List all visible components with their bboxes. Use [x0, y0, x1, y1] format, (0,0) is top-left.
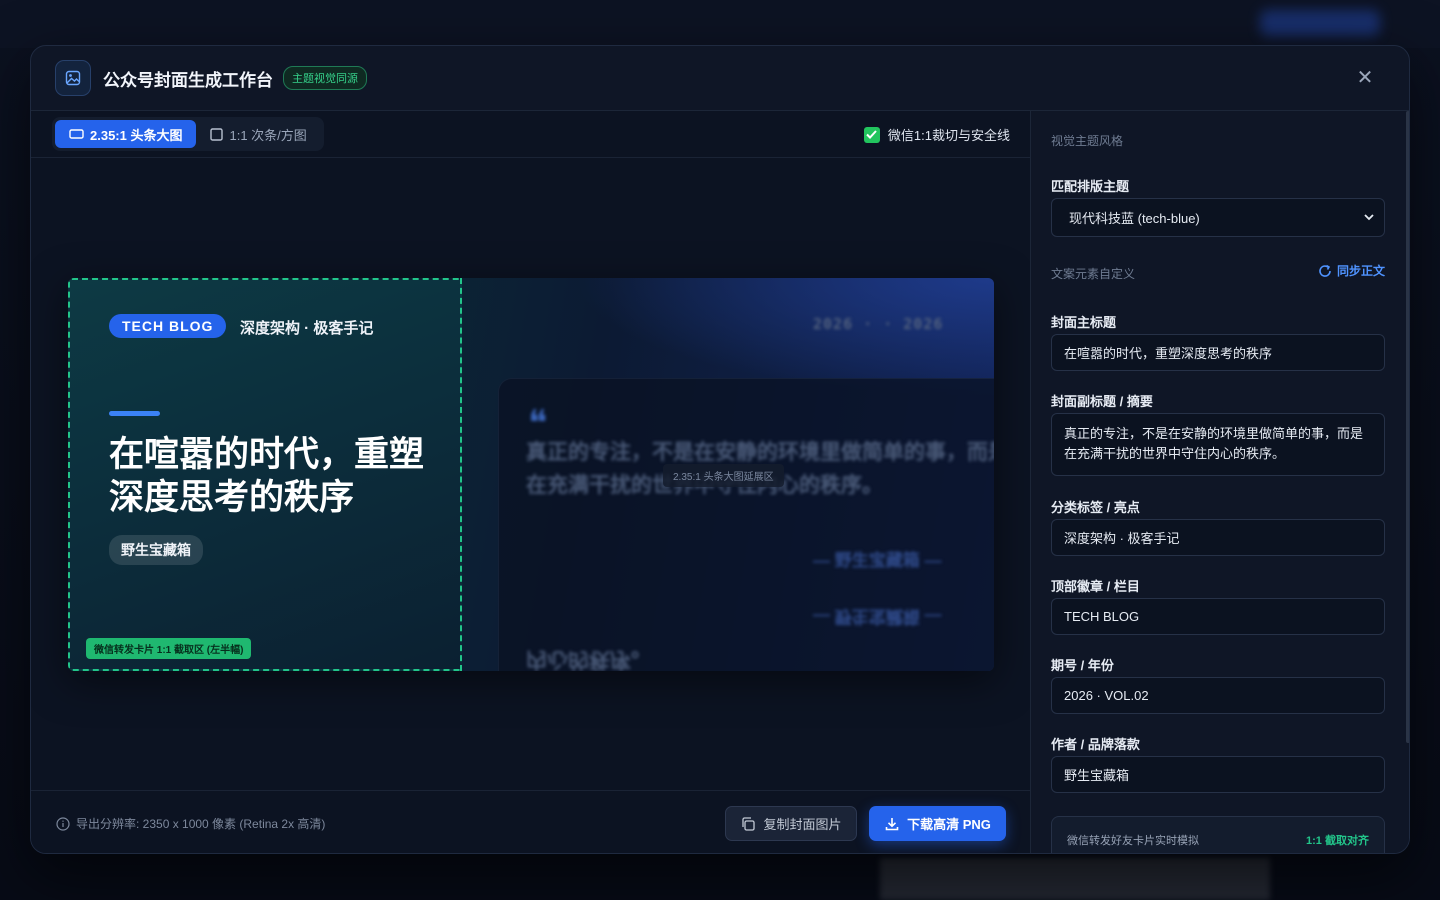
- panel-scrollbar[interactable]: [1406, 111, 1409, 743]
- crop-zone-tag: 微信转发卡片 1:1 截取区 (左半幅): [86, 638, 252, 659]
- modal-header: 公众号封面生成工作台 主题视觉同源 ✕: [31, 46, 1409, 111]
- sync-content-button[interactable]: 同步正文: [1318, 262, 1385, 279]
- issue-input[interactable]: 2026 · VOL.02: [1051, 677, 1385, 714]
- theme-select-value: 现代科技蓝 (tech-blue): [1069, 211, 1200, 226]
- title-label: 封面主标题: [1051, 315, 1117, 330]
- settings-panel: 视觉主题风格 匹配排版主题 现代科技蓝 (tech-blue) 文案元素自定义 …: [1030, 111, 1409, 853]
- tab-wide-label: 2.35:1 头条大图: [90, 127, 183, 143]
- download-png-button[interactable]: 下载高清 PNG: [869, 806, 1006, 841]
- subtitle-textarea[interactable]: 真正的专注，不是在安静的环境里做简单的事，而是在充满干扰的世界中守住内心的秩序。: [1051, 413, 1385, 476]
- ratio-switch: 2.35:1 头条大图 1:1 次条/方图: [52, 117, 324, 151]
- quote-foot-mirror: 内心的秩序。: [526, 648, 652, 671]
- refresh-icon: [1319, 264, 1331, 277]
- tag-input[interactable]: 深度架构 · 极客手记: [1051, 519, 1385, 556]
- simulator-label: 微信转发好友卡片实时模拟: [1067, 835, 1199, 847]
- author-input[interactable]: 野生宝藏箱: [1051, 756, 1385, 793]
- section-elements: 文案元素自定义: [1051, 267, 1136, 281]
- preview-toolbar: 2.35:1 头条大图 1:1 次条/方图 微信1:1裁切与安全线: [31, 111, 1030, 158]
- title-accent-bar: [109, 411, 160, 416]
- cover-stage: 2026 · · 2026 ❝ 真正的专注，不是在安静的环境里做简单的事，而是在…: [31, 158, 1030, 790]
- preview-area: 2.35:1 头条大图 1:1 次条/方图 微信1:1裁切与安全线 2026 ·…: [31, 111, 1030, 853]
- backdrop-panel: [880, 858, 1270, 900]
- tag-label: 分类标签 / 亮点: [1051, 500, 1140, 515]
- theme-sync-badge: 主题视觉同源: [283, 66, 367, 90]
- landscape-icon: [69, 128, 84, 139]
- square-crop-zone: TECH BLOG 深度架构 · 极客手记 在喧嚣的时代，重塑深度思考的秩序 野…: [68, 278, 462, 671]
- info-icon: [56, 816, 70, 831]
- share-card-simulator: 微信转发好友卡片实时模拟 1:1 截取对齐: [1051, 816, 1385, 853]
- cover-preview: 2026 · · 2026 ❝ 真正的专注，不是在安静的环境里做简单的事，而是在…: [68, 278, 994, 671]
- tab-wide-cover[interactable]: 2.35:1 头条大图: [55, 120, 197, 148]
- image-icon: [55, 60, 91, 96]
- title-input[interactable]: 在喧嚣的时代，重塑深度思考的秩序: [1051, 334, 1385, 371]
- theme-select[interactable]: 现代科技蓝 (tech-blue): [1051, 198, 1385, 237]
- sync-content-label: 同步正文: [1336, 264, 1385, 278]
- close-icon[interactable]: ✕: [1355, 68, 1375, 88]
- subtitle-label: 封面副标题 / 摘要: [1051, 394, 1153, 409]
- copy-cover-button[interactable]: 复制封面图片: [725, 806, 857, 841]
- safe-line-toggle[interactable]: 微信1:1裁切与安全线: [863, 125, 1010, 144]
- extension-zone-tag: 2.35:1 头条大图延展区: [663, 464, 784, 487]
- export-info-text: 导出分辨率: 2350 x 1000 像素 (Retina 2x 高清): [76, 817, 326, 831]
- author-label: 作者 / 品牌落款: [1051, 737, 1140, 752]
- download-icon: [885, 817, 899, 830]
- cover-badge: TECH BLOG: [109, 314, 227, 338]
- badge-input[interactable]: TECH BLOG: [1051, 598, 1385, 635]
- copy-icon: [742, 816, 756, 831]
- tab-square-cover[interactable]: 1:1 次条/方图: [196, 120, 320, 148]
- download-png-label: 下载高清 PNG: [907, 817, 991, 832]
- quote-author: — 野生宝藏箱 —: [813, 551, 942, 570]
- modal-title: 公众号封面生成工作台: [103, 70, 273, 90]
- theme-label: 匹配排版主题: [1051, 179, 1130, 194]
- backdrop-bar: [0, 0, 1440, 48]
- simulator-align-tag: 1:1 截取对齐: [1306, 835, 1369, 847]
- check-icon[interactable]: [863, 126, 880, 143]
- section-theme: 视觉主题风格: [1051, 134, 1124, 148]
- cover-author: 野生宝藏箱: [109, 535, 203, 565]
- cover-title: 在喧嚣的时代，重塑深度思考的秩序: [109, 435, 425, 517]
- cover-year-mirror: 2026 · · 2026: [813, 315, 944, 333]
- chevron-down-icon: [1364, 214, 1374, 221]
- copy-cover-label: 复制封面图片: [763, 817, 842, 832]
- backdrop-button: [1260, 10, 1380, 36]
- issue-label: 期号 / 年份: [1051, 658, 1114, 673]
- badge-label: 顶部徽章 / 栏目: [1051, 579, 1140, 594]
- cover-category: 深度架构 · 极客手记: [240, 320, 374, 337]
- tab-square-label: 1:1 次条/方图: [229, 127, 307, 143]
- export-info: 导出分辨率: 2350 x 1000 像素 (Retina 2x 高清): [56, 815, 325, 832]
- safe-line-label: 微信1:1裁切与安全线: [887, 128, 1010, 143]
- square-icon: [210, 127, 224, 141]
- cover-workbench-modal: 公众号封面生成工作台 主题视觉同源 ✕ 2.35:1 头条大图 1:1 次条/方…: [30, 45, 1410, 854]
- preview-footer: 导出分辨率: 2350 x 1000 像素 (Retina 2x 高清) 复制封…: [31, 790, 1030, 853]
- quote-author-mirror: — 野生宝藏箱 —: [813, 607, 942, 626]
